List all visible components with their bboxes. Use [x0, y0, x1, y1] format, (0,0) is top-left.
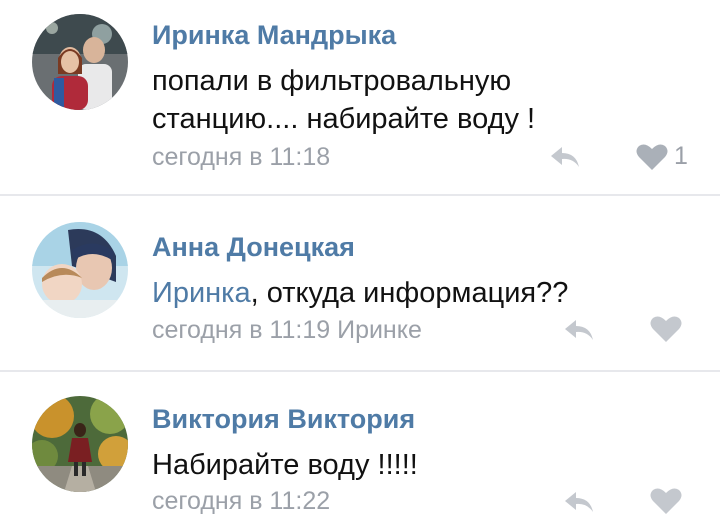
avatar[interactable] — [32, 396, 128, 492]
avatar[interactable] — [32, 14, 128, 110]
comment-author-link[interactable]: Анна Донецкая — [152, 232, 355, 263]
heart-icon — [636, 144, 668, 170]
comment-item: Иринка Мандрыка попали в фильтровальную … — [0, 0, 720, 195]
like-button[interactable] — [650, 315, 682, 345]
comment-author-link[interactable]: Иринка Мандрыка — [152, 20, 396, 51]
avatar-couple-icon — [32, 14, 128, 110]
avatar-woman-autumn-park-icon — [32, 396, 128, 492]
like-count: 1 — [674, 142, 688, 170]
comment-item: Виктория Виктория Набирайте воду !!!!! с… — [0, 372, 720, 525]
like-button[interactable]: 1 — [636, 142, 688, 172]
heart-icon — [650, 316, 682, 342]
heart-icon — [650, 488, 682, 514]
comment-text: Набирайте воду !!!!! — [152, 449, 418, 481]
reply-to-link[interactable]: Иринке — [337, 316, 422, 344]
comments-feed: Иринка Мандрыка попали в фильтровальную … — [0, 0, 720, 525]
avatar[interactable] — [32, 222, 128, 318]
like-button[interactable] — [650, 487, 682, 517]
reply-arrow-icon[interactable] — [562, 316, 596, 344]
reply-arrow-icon[interactable] — [562, 488, 596, 516]
comment-item: Анна Донецкая Иринка, откуда информация?… — [0, 196, 720, 371]
reply-arrow-icon[interactable] — [548, 143, 582, 171]
comment-timestamp[interactable]: сегодня в 11:22 — [152, 487, 330, 516]
comment-timestamp[interactable]: сегодня в 11:19 — [152, 316, 330, 344]
comment-meta: сегодня в 11:19 Иринке — [152, 316, 422, 345]
comment-text-line: попали в фильтровальную — [152, 65, 512, 97]
comment-author-link[interactable]: Виктория Виктория — [152, 404, 415, 435]
avatar-mother-child-icon — [32, 222, 128, 318]
comment-text: Иринка, откуда информация?? — [152, 274, 568, 312]
comment-text-rest: , откуда информация?? — [250, 277, 569, 309]
comment-timestamp[interactable]: сегодня в 11:18 — [152, 143, 330, 172]
comment-text-line: станцию.... набирайте воду ! — [152, 103, 536, 135]
mention-link[interactable]: Иринка — [152, 277, 251, 309]
